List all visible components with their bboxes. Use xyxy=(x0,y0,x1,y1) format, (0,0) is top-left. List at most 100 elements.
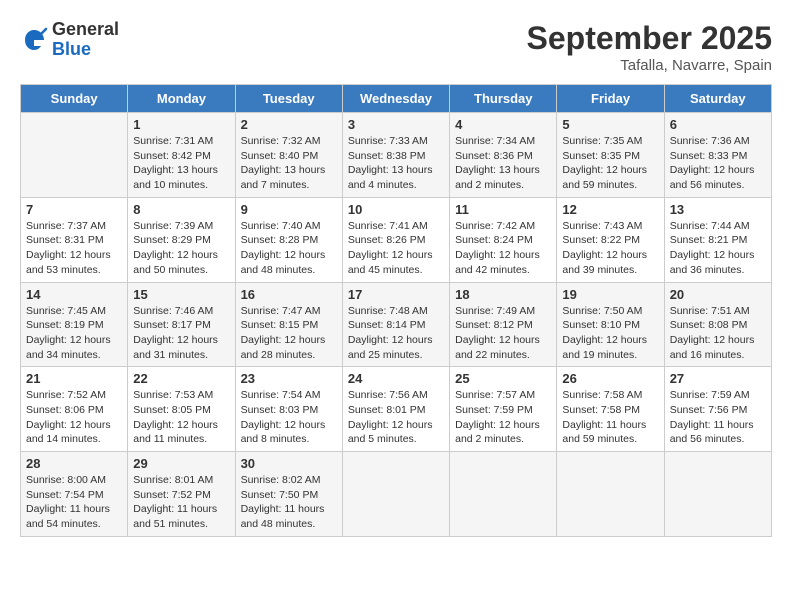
calendar-cell: 10 Sunrise: 7:41 AM Sunset: 8:26 PM Dayli… xyxy=(342,197,449,282)
cell-info: Sunrise: 7:56 AM Sunset: 8:01 PM Dayligh… xyxy=(348,388,444,447)
cell-info: Sunrise: 7:34 AM Sunset: 8:36 PM Dayligh… xyxy=(455,134,551,193)
month-title: September 2025 xyxy=(527,20,772,57)
day-number: 20 xyxy=(670,287,766,302)
calendar-cell xyxy=(450,452,557,537)
cell-info: Sunrise: 7:31 AM Sunset: 8:42 PM Dayligh… xyxy=(133,134,229,193)
calendar-cell: 30 Sunrise: 8:02 AM Sunset: 7:50 PM Dayli… xyxy=(235,452,342,537)
cell-info: Sunrise: 7:39 AM Sunset: 8:29 PM Dayligh… xyxy=(133,219,229,278)
day-number: 17 xyxy=(348,287,444,302)
calendar-cell: 29 Sunrise: 8:01 AM Sunset: 7:52 PM Dayli… xyxy=(128,452,235,537)
calendar-cell: 14 Sunrise: 7:45 AM Sunset: 8:19 PM Dayli… xyxy=(21,282,128,367)
calendar-cell: 15 Sunrise: 7:46 AM Sunset: 8:17 PM Dayli… xyxy=(128,282,235,367)
day-number: 16 xyxy=(241,287,337,302)
day-number: 23 xyxy=(241,371,337,386)
cell-info: Sunrise: 7:50 AM Sunset: 8:10 PM Dayligh… xyxy=(562,304,658,363)
calendar-cell: 3 Sunrise: 7:33 AM Sunset: 8:38 PM Daylig… xyxy=(342,113,449,198)
calendar-week-row: 7 Sunrise: 7:37 AM Sunset: 8:31 PM Daylig… xyxy=(21,197,772,282)
calendar-cell xyxy=(664,452,771,537)
calendar-cell xyxy=(21,113,128,198)
weekday-header-wednesday: Wednesday xyxy=(342,85,449,113)
day-number: 25 xyxy=(455,371,551,386)
cell-info: Sunrise: 8:02 AM Sunset: 7:50 PM Dayligh… xyxy=(241,473,337,532)
calendar-cell: 23 Sunrise: 7:54 AM Sunset: 8:03 PM Dayli… xyxy=(235,367,342,452)
cell-info: Sunrise: 7:43 AM Sunset: 8:22 PM Dayligh… xyxy=(562,219,658,278)
logo-general: General xyxy=(52,20,119,40)
calendar-cell: 24 Sunrise: 7:56 AM Sunset: 8:01 PM Dayli… xyxy=(342,367,449,452)
cell-info: Sunrise: 7:36 AM Sunset: 8:33 PM Dayligh… xyxy=(670,134,766,193)
weekday-header-sunday: Sunday xyxy=(21,85,128,113)
calendar-cell xyxy=(342,452,449,537)
calendar-week-row: 21Sunrise: 7:52 AM Sunset: 8:06 PM Dayli… xyxy=(21,367,772,452)
day-number: 9 xyxy=(241,202,337,217)
cell-info: Sunrise: 7:53 AM Sunset: 8:05 PM Dayligh… xyxy=(133,388,229,447)
day-number: 11 xyxy=(455,202,551,217)
day-number: 29 xyxy=(133,456,229,471)
calendar-week-row: 1Sunrise: 7:31 AM Sunset: 8:42 PM Daylig… xyxy=(21,113,772,198)
cell-info: Sunrise: 7:54 AM Sunset: 8:03 PM Dayligh… xyxy=(241,388,337,447)
day-number: 10 xyxy=(348,202,444,217)
day-number: 12 xyxy=(562,202,658,217)
day-number: 4 xyxy=(455,117,551,132)
calendar-cell: 9Sunrise: 7:40 AM Sunset: 8:28 PM Daylig… xyxy=(235,197,342,282)
logo: General Blue xyxy=(20,20,119,60)
calendar-cell: 28 Sunrise: 8:00 AM Sunset: 7:54 PM Dayli… xyxy=(21,452,128,537)
location: Tafalla, Navarre, Spain xyxy=(527,57,772,74)
cell-info: Sunrise: 7:41 AM Sunset: 8:26 PM Dayligh… xyxy=(348,219,444,278)
calendar-cell: 1Sunrise: 7:31 AM Sunset: 8:42 PM Daylig… xyxy=(128,113,235,198)
cell-info: Sunrise: 7:42 AM Sunset: 8:24 PM Dayligh… xyxy=(455,219,551,278)
title-block: September 2025 Tafalla, Navarre, Spain xyxy=(527,20,772,74)
calendar-cell: 25 Sunrise: 7:57 AM Sunset: 7:59 PM Dayli… xyxy=(450,367,557,452)
day-number: 27 xyxy=(670,371,766,386)
day-number: 8 xyxy=(133,202,229,217)
calendar-cell xyxy=(557,452,664,537)
weekday-header-friday: Friday xyxy=(557,85,664,113)
day-number: 24 xyxy=(348,371,444,386)
logo-text: General Blue xyxy=(52,20,119,60)
day-number: 5 xyxy=(562,117,658,132)
cell-info: Sunrise: 7:33 AM Sunset: 8:38 PM Dayligh… xyxy=(348,134,444,193)
cell-info: Sunrise: 7:35 AM Sunset: 8:35 PM Dayligh… xyxy=(562,134,658,193)
day-number: 2 xyxy=(241,117,337,132)
calendar-cell: 6 Sunrise: 7:36 AM Sunset: 8:33 PM Daylig… xyxy=(664,113,771,198)
day-number: 19 xyxy=(562,287,658,302)
calendar-cell: 20 Sunrise: 7:51 AM Sunset: 8:08 PM Dayli… xyxy=(664,282,771,367)
calendar-table: SundayMondayTuesdayWednesdayThursdayFrid… xyxy=(20,84,772,537)
logo-icon xyxy=(20,26,48,54)
calendar-cell: 17Sunrise: 7:48 AM Sunset: 8:14 PM Dayli… xyxy=(342,282,449,367)
cell-info: Sunrise: 7:51 AM Sunset: 8:08 PM Dayligh… xyxy=(670,304,766,363)
day-number: 13 xyxy=(670,202,766,217)
day-number: 6 xyxy=(670,117,766,132)
cell-info: Sunrise: 8:00 AM Sunset: 7:54 PM Dayligh… xyxy=(26,473,122,532)
calendar-cell: 19 Sunrise: 7:50 AM Sunset: 8:10 PM Dayli… xyxy=(557,282,664,367)
day-number: 3 xyxy=(348,117,444,132)
weekday-header-row: SundayMondayTuesdayWednesdayThursdayFrid… xyxy=(21,85,772,113)
day-number: 28 xyxy=(26,456,122,471)
cell-info: Sunrise: 7:46 AM Sunset: 8:17 PM Dayligh… xyxy=(133,304,229,363)
day-number: 7 xyxy=(26,202,122,217)
cell-info: Sunrise: 7:44 AM Sunset: 8:21 PM Dayligh… xyxy=(670,219,766,278)
cell-info: Sunrise: 7:57 AM Sunset: 7:59 PM Dayligh… xyxy=(455,388,551,447)
weekday-header-monday: Monday xyxy=(128,85,235,113)
weekday-header-thursday: Thursday xyxy=(450,85,557,113)
cell-info: Sunrise: 8:01 AM Sunset: 7:52 PM Dayligh… xyxy=(133,473,229,532)
cell-info: Sunrise: 7:52 AM Sunset: 8:06 PM Dayligh… xyxy=(26,388,122,447)
calendar-cell: 18Sunrise: 7:49 AM Sunset: 8:12 PM Dayli… xyxy=(450,282,557,367)
cell-info: Sunrise: 7:37 AM Sunset: 8:31 PM Dayligh… xyxy=(26,219,122,278)
day-number: 14 xyxy=(26,287,122,302)
calendar-cell: 7 Sunrise: 7:37 AM Sunset: 8:31 PM Daylig… xyxy=(21,197,128,282)
day-number: 22 xyxy=(133,371,229,386)
calendar-week-row: 14 Sunrise: 7:45 AM Sunset: 8:19 PM Dayli… xyxy=(21,282,772,367)
calendar-cell: 11 Sunrise: 7:42 AM Sunset: 8:24 PM Dayli… xyxy=(450,197,557,282)
day-number: 18 xyxy=(455,287,551,302)
cell-info: Sunrise: 7:45 AM Sunset: 8:19 PM Dayligh… xyxy=(26,304,122,363)
calendar-week-row: 28 Sunrise: 8:00 AM Sunset: 7:54 PM Dayli… xyxy=(21,452,772,537)
calendar-cell: 8 Sunrise: 7:39 AM Sunset: 8:29 PM Daylig… xyxy=(128,197,235,282)
day-number: 15 xyxy=(133,287,229,302)
calendar-cell: 21Sunrise: 7:52 AM Sunset: 8:06 PM Dayli… xyxy=(21,367,128,452)
calendar-cell: 4 Sunrise: 7:34 AM Sunset: 8:36 PM Daylig… xyxy=(450,113,557,198)
calendar-cell: 22 Sunrise: 7:53 AM Sunset: 8:05 PM Dayli… xyxy=(128,367,235,452)
calendar-cell: 5 Sunrise: 7:35 AM Sunset: 8:35 PM Daylig… xyxy=(557,113,664,198)
weekday-header-saturday: Saturday xyxy=(664,85,771,113)
day-number: 30 xyxy=(241,456,337,471)
cell-info: Sunrise: 7:58 AM Sunset: 7:58 PM Dayligh… xyxy=(562,388,658,447)
